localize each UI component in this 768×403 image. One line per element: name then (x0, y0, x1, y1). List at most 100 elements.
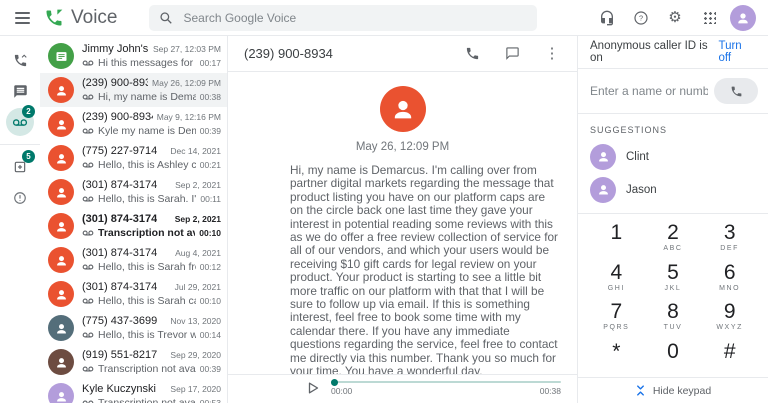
key-digit: 0 (667, 340, 679, 364)
voicemail-date: Sep 27, 12:03 PM (152, 43, 221, 54)
voicemail-date: Jul 29, 2021 (174, 281, 221, 292)
voicemail-date: Nov 13, 2020 (170, 315, 221, 326)
key-digit: 4 (610, 260, 623, 284)
account-avatar[interactable] (730, 4, 756, 31)
keypad-key[interactable]: # (701, 337, 758, 377)
voicemail-list-item[interactable]: (301) 874-3174 Jul 29, 2021 Hello, this … (40, 277, 227, 311)
voicemail-timestamp: May 26, 12:09 PM (355, 141, 450, 153)
caller-name: (775) 437-3699 (82, 314, 158, 327)
voicemail-duration: 00:10 (199, 227, 221, 238)
voicemail-transcript: Hi, my name is Demarcus. I'm calling ove… (290, 163, 558, 374)
voicemail-icon (82, 230, 94, 236)
person-icon (56, 187, 66, 197)
more-options-button[interactable]: ⋮ (543, 45, 561, 63)
keypad-key[interactable]: 3 DEF (701, 218, 758, 258)
key-letters: MNO (719, 284, 741, 292)
headset-button[interactable] (594, 5, 620, 31)
key-letters: DEF (720, 244, 740, 252)
nav-add-credit[interactable]: 5 (0, 150, 40, 181)
suggestion-item[interactable]: Clint (578, 140, 768, 173)
caller-name: (301) 874-3174 (82, 212, 158, 225)
voicemail-list-item[interactable]: (775) 437-3699 Nov 13, 2020 Hello, this … (40, 311, 227, 345)
caller-avatar (48, 349, 74, 375)
voicemail-list-item[interactable]: (239) 900-8934 May 9, 12:16 PM Kyle my n… (40, 107, 227, 141)
caller-name: (301) 874-3174 (82, 178, 158, 191)
transcript-preview: Transcription not available (98, 226, 195, 239)
voicemail-duration: 00:12 (199, 261, 221, 272)
keypad-key[interactable]: 0 (645, 337, 702, 377)
voice-phone-icon (46, 9, 63, 25)
nav-voicemail[interactable]: 2 (0, 105, 40, 136)
voicemail-list-item[interactable]: (301) 874-3174 Sep 2, 2021 Hello, this i… (40, 175, 227, 209)
voicemail-icon (82, 332, 94, 338)
seek-bar[interactable] (331, 378, 561, 386)
key-digit: 8 (667, 300, 679, 324)
person-icon (598, 185, 608, 195)
key-digit: 3 (723, 220, 736, 244)
header-actions: ? ⚙ (594, 4, 756, 31)
voicemail-date: May 9, 12:16 PM (156, 111, 221, 122)
turn-off-link[interactable]: Turn off (718, 40, 756, 64)
keypad-key[interactable]: 2 ABC (645, 218, 702, 258)
person-icon (56, 153, 66, 163)
conversation-header: (239) 900-8934 ⋮ (228, 36, 577, 72)
voicemail-item-text: (919) 551-8217 Sep 29, 2020 Transcriptio… (82, 349, 221, 376)
keypad-key[interactable]: 6 MNO (701, 258, 758, 298)
voicemail-list-item[interactable]: (775) 227-9714 Dec 14, 2021 Hello, this … (40, 141, 227, 175)
conversation-panel: (239) 900-8934 ⋮ May 26, 12:09 PM Hi, my… (228, 36, 577, 403)
call-back-button[interactable] (463, 45, 481, 63)
voicemail-date: Sep 17, 2020 (170, 383, 221, 394)
voicemail-item-text: Kyle Kuczynski Sep 17, 2020 Transcriptio… (82, 383, 221, 403)
seek-thumb[interactable] (331, 378, 338, 386)
keypad-key[interactable]: 4 GHI (588, 258, 645, 298)
play-button[interactable] (308, 382, 319, 394)
hide-keypad-button[interactable]: Hide keypad (578, 377, 768, 403)
send-message-button[interactable] (503, 45, 521, 63)
voicemail-date: May 26, 12:09 PM (152, 77, 221, 88)
contact-avatar (590, 176, 616, 203)
voicemail-icon (82, 162, 94, 168)
voicemail-list-item[interactable]: (301) 874-3174 Aug 4, 2021 Hello, this i… (40, 243, 227, 277)
key-letters: ABC (663, 244, 683, 252)
voicemail-detail: May 26, 12:09 PM Hi, my name is Demarcus… (228, 72, 577, 374)
nav-info[interactable] (0, 184, 40, 212)
search-input[interactable] (183, 10, 528, 25)
voicemail-icon (82, 264, 94, 270)
call-button[interactable] (714, 78, 758, 104)
keypad-key[interactable]: * (588, 337, 645, 377)
menu-button[interactable] (0, 0, 44, 36)
key-digit: 9 (723, 300, 736, 324)
settings-button[interactable]: ⚙ (662, 5, 688, 31)
search-bar[interactable] (149, 4, 538, 31)
voicemail-list-item[interactable]: (239) 900-8934 May 26, 12:09 PM Hi, my n… (40, 73, 227, 107)
person-icon (56, 357, 66, 367)
keypad-key[interactable]: 5 JKL (645, 258, 702, 298)
voicemail-list-item[interactable]: Kyle Kuczynski Sep 17, 2020 Transcriptio… (40, 379, 227, 403)
voicemail-date: Aug 4, 2021 (175, 247, 221, 258)
nav-messages[interactable] (0, 77, 40, 105)
apps-grid-button[interactable] (696, 5, 722, 31)
keypad-key[interactable]: 1 (588, 218, 645, 258)
help-button[interactable]: ? (628, 5, 654, 31)
caller-avatar (48, 315, 74, 341)
dial-input[interactable] (590, 84, 708, 98)
search-icon (160, 11, 173, 24)
suggestions-label: SUGGESTIONS (590, 125, 668, 135)
caller-avatar (48, 145, 74, 171)
voicemail-duration: 00:39 (199, 125, 221, 136)
voicemail-duration: 00:11 (200, 193, 221, 204)
caller-name: (239) 900-8934 (82, 110, 153, 123)
voicemail-duration: 00:10 (199, 295, 221, 306)
voicemail-item-text: (301) 874-3174 Sep 2, 2021 Transcription… (82, 213, 221, 240)
key-digit: 2 (667, 220, 679, 244)
voicemail-list-item[interactable]: (919) 551-8217 Sep 29, 2020 Transcriptio… (40, 345, 227, 379)
business-icon (56, 51, 66, 61)
voicemail-list-item[interactable]: (301) 874-3174 Sep 2, 2021 Transcription… (40, 209, 227, 243)
suggestion-item[interactable]: Jason (578, 173, 768, 206)
keypad-key[interactable]: 7 PQRS (588, 298, 645, 338)
voicemail-list-item[interactable]: Jimmy John's Sep 27, 12:03 PM Hi this me… (40, 39, 227, 73)
nav-calls[interactable] (0, 46, 40, 74)
keypad-key[interactable]: 8 TUV (645, 298, 702, 338)
caller-name: (301) 874-3174 (82, 246, 158, 259)
keypad-key[interactable]: 9 WXYZ (701, 298, 758, 338)
